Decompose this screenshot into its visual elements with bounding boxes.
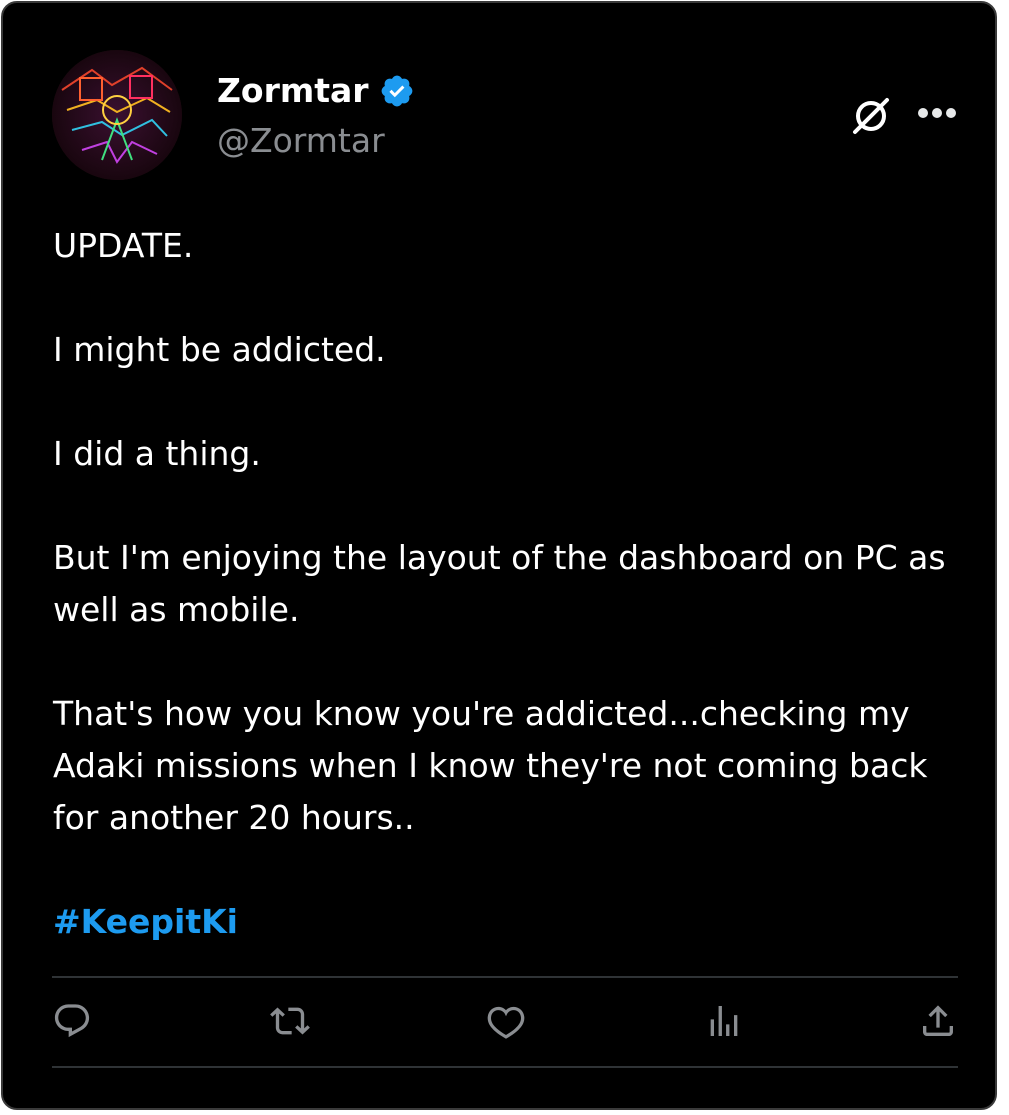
- repost-icon[interactable]: [270, 1001, 310, 1041]
- post-paragraph: UPDATE.: [53, 226, 194, 265]
- action-bar: [52, 1001, 958, 1045]
- share-icon[interactable]: [918, 1001, 958, 1041]
- post-paragraph: That's how you know you're addicted...ch…: [53, 694, 938, 837]
- verified-badge-icon: [381, 75, 412, 107]
- post-paragraph: But I'm enjoying the layout of the dashb…: [53, 538, 957, 629]
- analytics-icon[interactable]: [704, 1001, 744, 1041]
- author-name-row: Zormtar: [217, 69, 415, 113]
- hashtag-link[interactable]: #KeepitKi: [53, 896, 238, 948]
- avatar[interactable]: [52, 50, 182, 180]
- more-options-icon[interactable]: [913, 98, 961, 128]
- author-handle[interactable]: @Zormtar: [217, 119, 385, 163]
- post-paragraph: I might be addicted.: [53, 330, 386, 369]
- post-card: Zormtar @Zormtar UPDATE. I might be addi…: [1, 1, 997, 1110]
- author-display-name[interactable]: Zormtar: [217, 69, 369, 113]
- heart-icon[interactable]: [486, 1001, 526, 1041]
- post-paragraph: I did a thing.: [53, 434, 261, 473]
- reply-icon[interactable]: [52, 1001, 92, 1041]
- divider: [52, 976, 958, 978]
- divider: [52, 1066, 958, 1068]
- x-logo-icon[interactable]: [849, 94, 893, 138]
- post-body: UPDATE. I might be addicted. I did a thi…: [53, 220, 958, 948]
